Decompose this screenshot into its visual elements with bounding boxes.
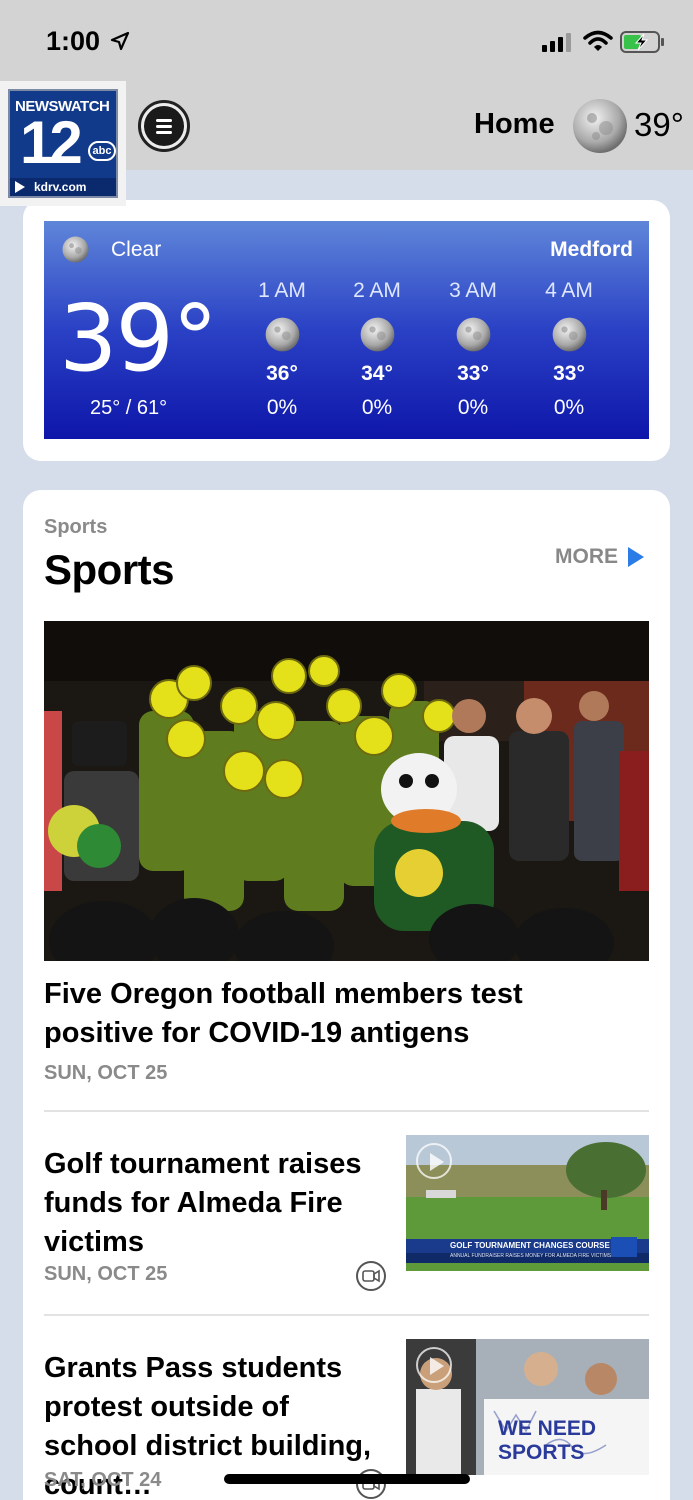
video-icon (356, 1261, 386, 1291)
moon-icon[interactable] (572, 98, 628, 154)
station-logo[interactable]: NEWSWATCH 12 abc kdrv.com (0, 81, 126, 206)
hero-story-image[interactable] (44, 621, 649, 961)
moon-icon (360, 317, 394, 352)
weather-panel[interactable]: Clear Medford 39° 25° / 61° 1 AM 36° 0% … (44, 221, 649, 439)
logo-badge: NEWSWATCH 12 abc kdrv.com (8, 89, 118, 198)
hourly-forecast-item: 1 AM 36° 0% (237, 279, 327, 420)
current-temperature: 39° (59, 285, 218, 392)
menu-icon (144, 106, 184, 146)
status-bar: 1:00 (0, 0, 693, 85)
story-date: SUN, OCT 25 (44, 1263, 168, 1285)
weather-card[interactable]: Clear Medford 39° 25° / 61° 1 AM 36° 0% … (23, 200, 670, 461)
logo-network: abc (88, 141, 116, 161)
moon-icon (552, 317, 586, 352)
sports-section: Sports Sports MORE Five Oregon football … (23, 490, 670, 1500)
divider (44, 1110, 649, 1112)
more-link[interactable]: MORE (555, 545, 644, 569)
battery-charging-icon (620, 31, 664, 53)
list-item[interactable]: Golf tournament raises funds for Almeda … (44, 1135, 649, 1315)
hour-temperature: 34° (361, 362, 393, 385)
weather-condition: Clear (111, 238, 162, 261)
moon-icon (265, 317, 299, 352)
hour-precipitation: 0% (553, 396, 585, 419)
divider (44, 1314, 649, 1316)
hourly-forecast-item: 3 AM 33° 0% (428, 279, 518, 420)
section-title: Sports (44, 546, 175, 593)
home-indicator (224, 1474, 470, 1484)
temperature-range: 25° / 61° (90, 397, 168, 419)
hour-time: 1 AM (258, 279, 306, 302)
hero-story-title[interactable]: Five Oregon football members test positi… (44, 975, 634, 1053)
hour-temperature: 36° (266, 362, 298, 385)
more-arrow-icon (628, 547, 644, 567)
moon-icon (456, 317, 490, 352)
wifi-icon (583, 30, 613, 51)
hour-time: 2 AM (353, 279, 401, 302)
sign-text: WE NEED SPORTS (498, 1417, 597, 1464)
moon-icon (62, 236, 89, 263)
story-date: SAT, OCT 24 (44, 1469, 162, 1491)
signal-icon (542, 33, 571, 52)
hero-story-date: SUN, OCT 25 (44, 1062, 168, 1084)
hourly-forecast-item: 4 AM 33° 0% (524, 279, 614, 420)
thumbnail-caption: GOLF TOURNAMENT CHANGES COURSE (450, 1241, 610, 1250)
hour-time: 3 AM (449, 279, 497, 302)
location-arrow-icon (110, 31, 130, 51)
section-eyebrow: Sports (44, 516, 108, 538)
thumbnail-subcaption: ANNUAL FUNDRAISER RAISES MONEY FOR ALMED… (450, 1253, 612, 1259)
story-thumbnail[interactable]: GOLF TOURNAMENT CHANGES COURSE ANNUAL FU… (406, 1135, 649, 1271)
hour-precipitation: 0% (457, 396, 489, 419)
logo-url: kdrv.com (10, 178, 116, 196)
hour-time: 4 AM (545, 279, 593, 302)
menu-button[interactable] (138, 100, 190, 152)
play-icon (416, 1143, 452, 1179)
hourly-forecast-item: 2 AM 34° 0% (332, 279, 422, 420)
logo-number: 12 (20, 109, 83, 176)
hour-precipitation: 0% (361, 396, 393, 419)
story-thumbnail[interactable]: WE NEED SPORTS (406, 1339, 649, 1475)
status-time: 1:00 (46, 26, 101, 56)
hour-temperature: 33° (553, 362, 585, 385)
home-label[interactable]: Home (474, 108, 555, 141)
play-icon (416, 1347, 452, 1383)
weather-city: Medford (550, 238, 633, 261)
hour-temperature: 33° (457, 362, 489, 385)
hour-precipitation: 0% (266, 396, 298, 419)
header-temperature[interactable]: 39° (634, 106, 684, 144)
story-title[interactable]: Golf tournament raises funds for Almeda … (44, 1145, 389, 1262)
more-label: MORE (555, 545, 618, 568)
